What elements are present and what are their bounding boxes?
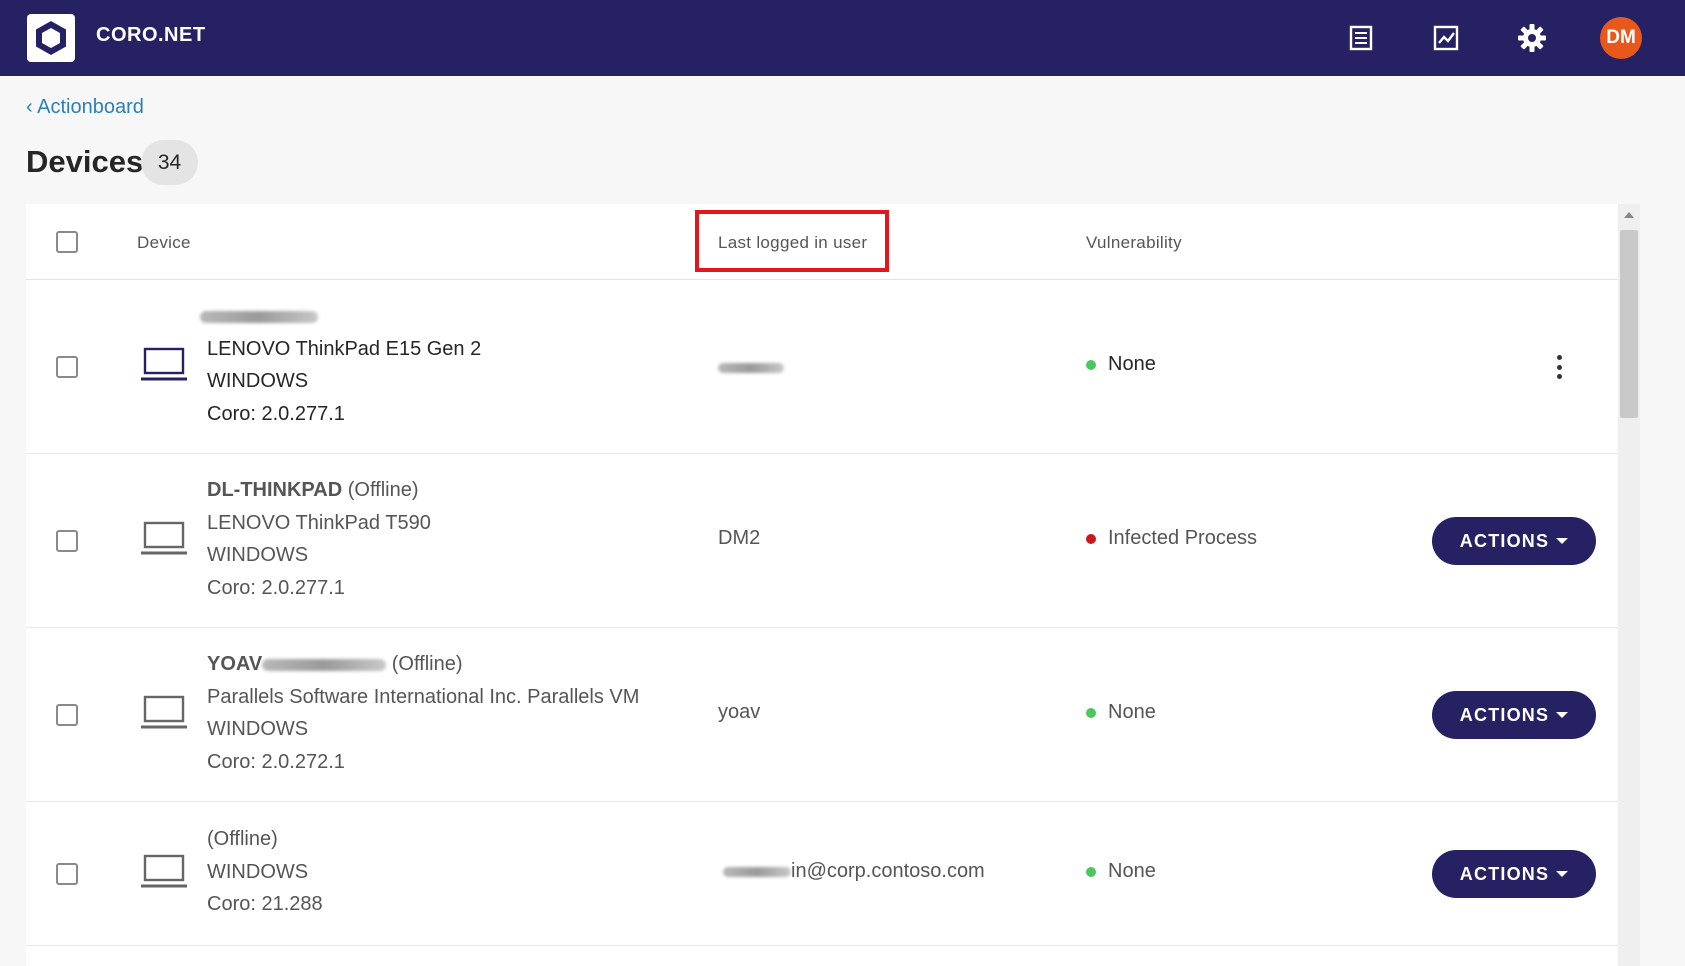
status-dot-ok (1086, 866, 1096, 877)
vulnerability-status: None (1086, 860, 1156, 883)
column-header-device[interactable]: Device (137, 233, 191, 253)
logo-hexagon-icon[interactable] (27, 14, 75, 62)
devices-table: Device Last logged in user Vulnerability… (26, 204, 1618, 966)
device-info: (Offline) WINDOWS Coro: 21.288 (207, 823, 323, 921)
row-checkbox[interactable] (56, 863, 78, 885)
device-agent-version: Coro: 2.0.277.1 (207, 402, 345, 425)
table-header: Device Last logged in user Vulnerability (26, 204, 1618, 280)
redacted-device-name (200, 310, 318, 323)
redacted-user (718, 362, 784, 373)
laptop-icon (141, 854, 187, 888)
device-info: LENOVO ThinkPad E15 Gen 2 WINDOWS Coro: … (200, 300, 482, 430)
user-avatar[interactable]: DM (1600, 17, 1642, 59)
device-model: LENOVO ThinkPad T590 (207, 511, 431, 534)
highlight-box (695, 210, 889, 272)
caret-down-icon (1556, 871, 1569, 877)
device-agent-version: Coro: 2.0.272.1 (207, 750, 345, 773)
table-row[interactable]: (Offline) WINDOWS Coro: 21.288 in@corp.c… (26, 802, 1618, 946)
device-os: WINDOWS (207, 544, 309, 566)
row-checkbox[interactable] (56, 530, 78, 552)
gear-icon[interactable] (1516, 22, 1548, 54)
vulnerability-status: None (1086, 701, 1156, 724)
laptop-icon (141, 347, 187, 381)
list-icon[interactable] (1345, 22, 1377, 54)
last-user: in@corp.contoso.com (723, 860, 985, 883)
row-checkbox[interactable] (56, 356, 78, 378)
caret-down-icon (1556, 538, 1569, 544)
breadcrumb-actionboard[interactable]: ‹ Actionboard (26, 96, 144, 119)
last-user: yoav (718, 701, 761, 723)
device-count-badge: 34 (141, 140, 198, 185)
laptop-icon (141, 521, 187, 555)
more-options-icon[interactable] (1554, 355, 1564, 379)
scroll-thumb[interactable] (1620, 230, 1638, 418)
device-os: WINDOWS (207, 718, 309, 740)
vertical-scrollbar[interactable] (1618, 204, 1640, 966)
chart-icon[interactable] (1430, 22, 1462, 54)
select-all-checkbox[interactable] (56, 231, 78, 253)
status-dot-danger (1086, 533, 1096, 544)
table-row[interactable]: LENOVO ThinkPad E15 Gen 2 WINDOWS Coro: … (26, 280, 1618, 454)
device-os: WINDOWS (207, 370, 309, 392)
vulnerability-status: None (1086, 353, 1156, 376)
row-checkbox[interactable] (56, 704, 78, 726)
table-row[interactable]: DL-THINKPAD (Offline) LENOVO ThinkPad T5… (26, 454, 1618, 628)
last-user (718, 356, 784, 379)
column-header-vulnerability[interactable]: Vulnerability (1086, 233, 1182, 253)
actions-button[interactable]: ACTIONS (1432, 850, 1596, 898)
device-status: (Offline) (347, 479, 419, 501)
device-status: (Offline) (391, 653, 463, 675)
caret-down-icon (1556, 712, 1569, 718)
page-title: Devices (26, 144, 144, 179)
device-os: WINDOWS (207, 860, 309, 883)
laptop-icon (141, 695, 187, 729)
device-model: LENOVO ThinkPad E15 Gen 2 (207, 337, 482, 360)
actions-button[interactable]: ACTIONS (1432, 691, 1596, 739)
status-dot-ok (1086, 707, 1096, 718)
device-name[interactable]: YOAV (207, 653, 262, 675)
device-info: DL-THINKPAD (Offline) LENOVO ThinkPad T5… (207, 474, 431, 604)
top-bar: CORO.NET DM (0, 0, 1685, 76)
device-status: (Offline) (207, 828, 278, 850)
redacted-device-name (262, 658, 387, 671)
status-dot-ok (1086, 359, 1096, 370)
actions-button[interactable]: ACTIONS (1432, 517, 1596, 565)
last-user: DM2 (718, 527, 761, 549)
vulnerability-status: Infected Process (1086, 527, 1257, 550)
device-agent-version: Coro: 2.0.277.1 (207, 576, 345, 599)
brand-name: CORO.NET (96, 24, 206, 46)
device-info: YOAV (Offline) Parallels Software Intern… (207, 648, 639, 778)
device-agent-version: Coro: 21.288 (207, 893, 323, 915)
redacted-user (723, 866, 791, 877)
scroll-up-arrow-icon[interactable] (1624, 212, 1634, 218)
device-name[interactable]: DL-THINKPAD (207, 479, 342, 501)
device-model: Parallels Software International Inc. Pa… (207, 685, 640, 708)
table-row[interactable]: YOAV (Offline) Parallels Software Intern… (26, 628, 1618, 802)
